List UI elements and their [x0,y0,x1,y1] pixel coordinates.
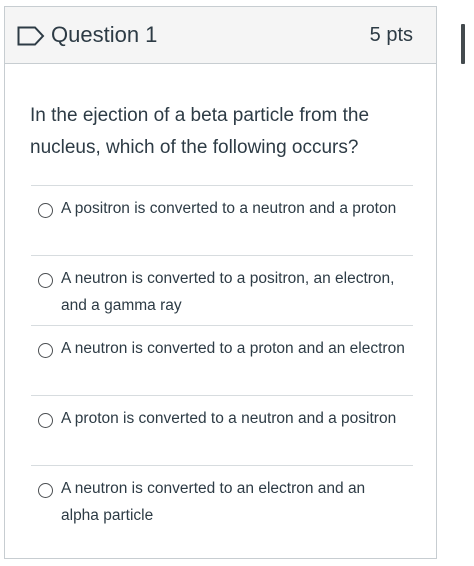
answer-option[interactable]: A positron is converted to a neutron and… [31,185,413,255]
answer-label[interactable]: A neutron is converted to an electron an… [61,475,406,529]
answer-label[interactable]: A neutron is converted to a proton and a… [61,335,406,362]
answer-list: A positron is converted to a neutron and… [31,185,413,535]
radio-button[interactable] [38,413,53,428]
answer-option[interactable]: A neutron is converted to a proton and a… [31,325,413,395]
flag-icon[interactable] [17,26,45,46]
answer-option[interactable]: A neutron is converted to an electron an… [31,465,413,535]
answer-option[interactable]: A neutron is converted to a positron, an… [31,255,413,325]
question-title: Question 1 [51,22,158,47]
radio-button[interactable] [38,343,53,358]
question-header: Question 1 5 pts [5,7,436,64]
answer-label[interactable]: A proton is converted to a neutron and a… [61,405,406,432]
question-text: In the ejection of a beta particle from … [30,105,370,158]
radio-button[interactable] [38,203,53,218]
answer-label[interactable]: A positron is converted to a neutron and… [61,195,406,222]
scrollbar-thumb[interactable] [461,24,465,64]
question-card: Question 1 5 pts In the ejection of a be… [4,6,437,559]
question-points: 5 pts [369,24,413,46]
radio-button[interactable] [38,273,53,288]
answer-option[interactable]: A proton is converted to a neutron and a… [31,395,413,465]
radio-button[interactable] [38,483,53,498]
answer-label[interactable]: A neutron is converted to a positron, an… [61,265,406,319]
